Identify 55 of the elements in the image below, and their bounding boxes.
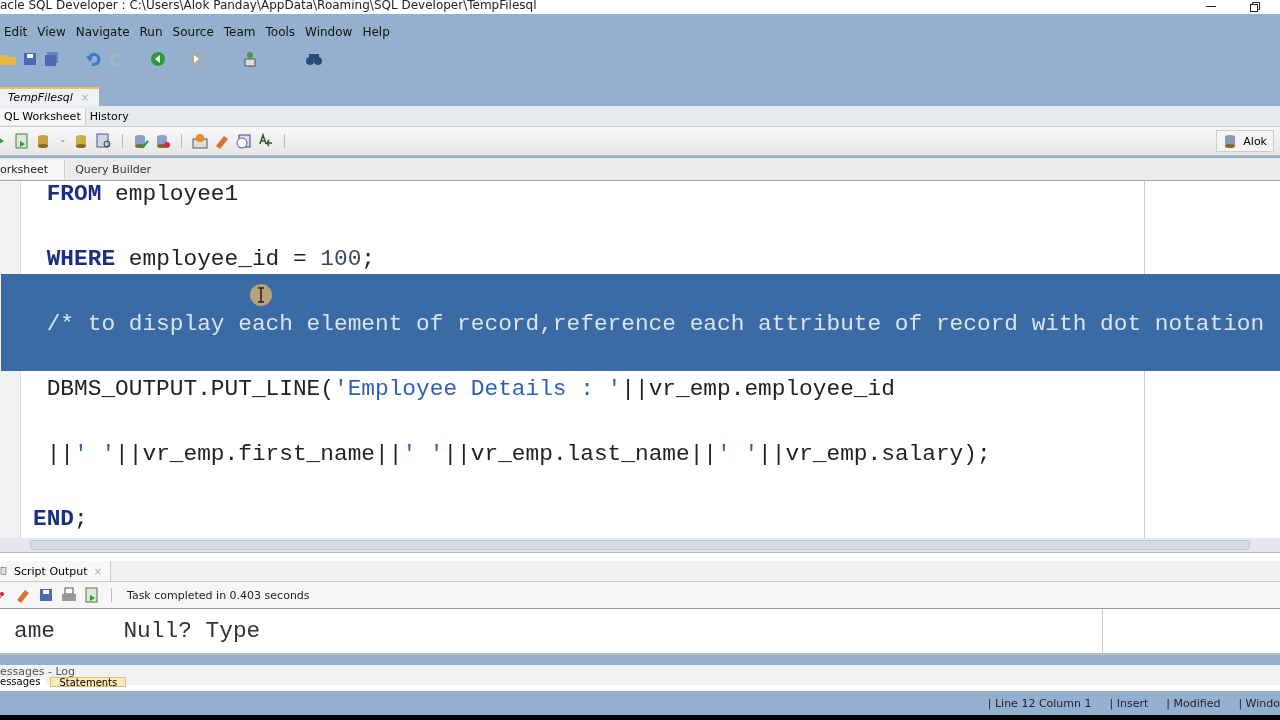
history-icon[interactable] — [236, 133, 252, 149]
status-item: | Insert — [1109, 696, 1149, 710]
menu-item[interactable]: Navigate — [71, 25, 136, 39]
explain-plan-icon[interactable] — [96, 133, 112, 149]
log-panel-title: essages - Log — [0, 665, 76, 677]
document-tab[interactable]: TempFilesql × — [0, 87, 100, 106]
sql-user-icon[interactable] — [242, 51, 258, 67]
menu-item[interactable]: Help — [358, 25, 396, 39]
horizontal-scrollbar[interactable] — [0, 538, 1280, 552]
rollback-database-icon[interactable] — [155, 133, 171, 149]
restore-icon[interactable] — [1250, 2, 1260, 12]
forward-icon[interactable] — [188, 51, 204, 67]
output-line: ame Null? Type — [13, 618, 261, 644]
eraser-icon[interactable] — [214, 133, 230, 149]
save-all-icon[interactable] — [44, 51, 60, 67]
run-script-icon[interactable] — [84, 587, 100, 603]
code-line: WHERE employee_id = 100; — [45, 244, 377, 274]
save-icon[interactable] — [38, 587, 54, 603]
undo-icon[interactable] — [86, 51, 102, 67]
minimize-icon[interactable] — [1206, 6, 1216, 8]
print-icon[interactable] — [61, 587, 77, 603]
menu-item[interactable]: Run — [135, 25, 169, 39]
panel-splitter[interactable] — [0, 552, 1280, 561]
editor-tab[interactable]: History — [85, 107, 133, 125]
code-line: FROM employee1 — [45, 181, 240, 209]
menu-item[interactable]: Tools — [261, 25, 302, 39]
eraser-icon[interactable] — [15, 587, 31, 603]
status-item: | Modified — [1166, 696, 1221, 710]
check-database-icon[interactable] — [133, 133, 149, 149]
format-text-icon[interactable] — [258, 133, 274, 149]
code-line: DBMS_OUTPUT.PUT_LINE('Employee Details : '||vr_emp.employee_id — [45, 374, 896, 404]
worksheet-tab[interactable]: Query Builder — [75, 159, 172, 179]
menu-item[interactable]: Source — [168, 25, 220, 39]
back-icon[interactable] — [150, 51, 166, 67]
editor-tab[interactable]: QL Worksheet — [0, 107, 86, 125]
run-script-icon[interactable] — [14, 133, 30, 149]
sql-tuning-icon[interactable] — [192, 133, 208, 149]
save-icon[interactable] — [22, 51, 38, 67]
worksheet-tab[interactable]: orksheet — [0, 159, 66, 179]
menu-item[interactable]: Window — [301, 25, 359, 39]
status-message: Task completed in 0.403 seconds — [127, 588, 310, 602]
menu-item[interactable]: Team — [219, 25, 262, 39]
connection-button[interactable]: Alok — [1216, 130, 1274, 152]
status-item: | Windo — [1238, 696, 1280, 710]
code-line: ||' '||vr_emp.first_name||' '||vr_emp.last_name||' '||vr_emp.salary); — [45, 439, 992, 469]
code-line: END; — [32, 504, 89, 534]
binoculars-icon[interactable] — [306, 51, 322, 67]
mouse-cursor-icon — [249, 283, 273, 307]
code-editor[interactable] — [0, 181, 1280, 538]
output-tab[interactable]: Script Output × — [0, 561, 111, 581]
menu-item[interactable]: View — [33, 25, 72, 39]
log-tab[interactable]: essages — [0, 677, 47, 687]
menu-item[interactable]: Edit — [0, 25, 34, 39]
status-item: | Line 12 Column 1 — [987, 696, 1092, 710]
window-title: acle SQL Developer : C:\Users\Alok Panday\AppData\Roaming\SQL Developer\TempFilesql — [0, 0, 537, 12]
